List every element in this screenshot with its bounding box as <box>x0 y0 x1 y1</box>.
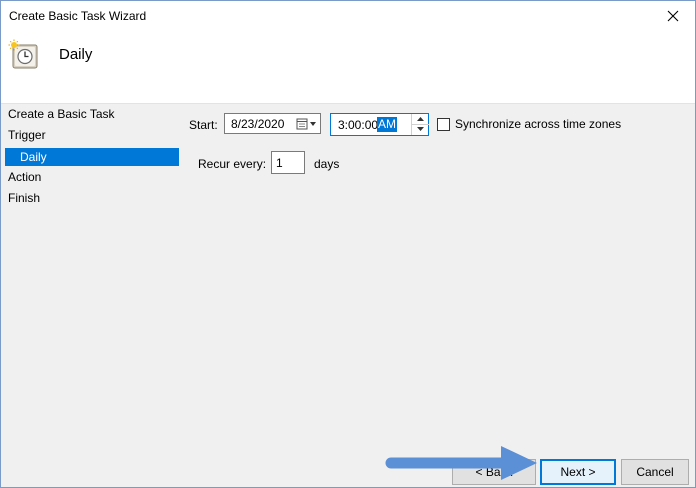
recur-every-input[interactable]: 1 <box>271 151 305 174</box>
sync-time-zones-label[interactable]: Synchronize across time zones <box>455 117 621 131</box>
chevron-up-icon <box>417 117 424 121</box>
recur-unit-label: days <box>314 157 340 171</box>
task-scheduler-clock-icon <box>8 39 38 69</box>
wizard-window: Create Basic Task Wizard Daily Create a … <box>0 0 696 488</box>
start-label: Start: <box>189 118 218 132</box>
wizard-header: Daily <box>1 31 695 104</box>
chevron-down-icon <box>417 127 424 131</box>
sidebar-item-action[interactable]: Action <box>8 168 41 186</box>
spin-down-button[interactable] <box>412 124 429 134</box>
recur-every-label: Recur every: <box>198 157 267 171</box>
back-button[interactable]: < Back <box>452 459 536 485</box>
start-time-picker[interactable]: 3:00:00 AM <box>330 113 429 136</box>
calendar-dropdown-icon[interactable] <box>296 117 318 131</box>
sidebar-item-finish[interactable]: Finish <box>8 189 40 207</box>
sidebar-item-daily[interactable]: Daily <box>5 148 179 166</box>
sidebar-item-create-basic-task[interactable]: Create a Basic Task <box>8 105 115 123</box>
next-button[interactable]: Next > <box>540 459 616 485</box>
title-bar: Create Basic Task Wizard <box>1 1 695 31</box>
start-date-value: 8/23/2020 <box>231 117 285 131</box>
start-time-value[interactable]: 3:00:00 <box>338 118 378 132</box>
sync-time-zones-checkbox[interactable] <box>437 118 450 131</box>
header-title: Daily <box>59 46 93 63</box>
sidebar-item-trigger[interactable]: Trigger <box>8 126 46 144</box>
start-time-ampm[interactable]: AM <box>377 117 397 132</box>
time-spinner[interactable] <box>411 114 429 135</box>
recur-every-value: 1 <box>276 156 283 170</box>
cancel-button[interactable]: Cancel <box>621 459 689 485</box>
close-icon <box>667 10 679 22</box>
window-title: Create Basic Task Wizard <box>9 9 147 23</box>
start-date-picker[interactable]: 8/23/2020 <box>224 113 321 134</box>
close-button[interactable] <box>651 1 695 31</box>
